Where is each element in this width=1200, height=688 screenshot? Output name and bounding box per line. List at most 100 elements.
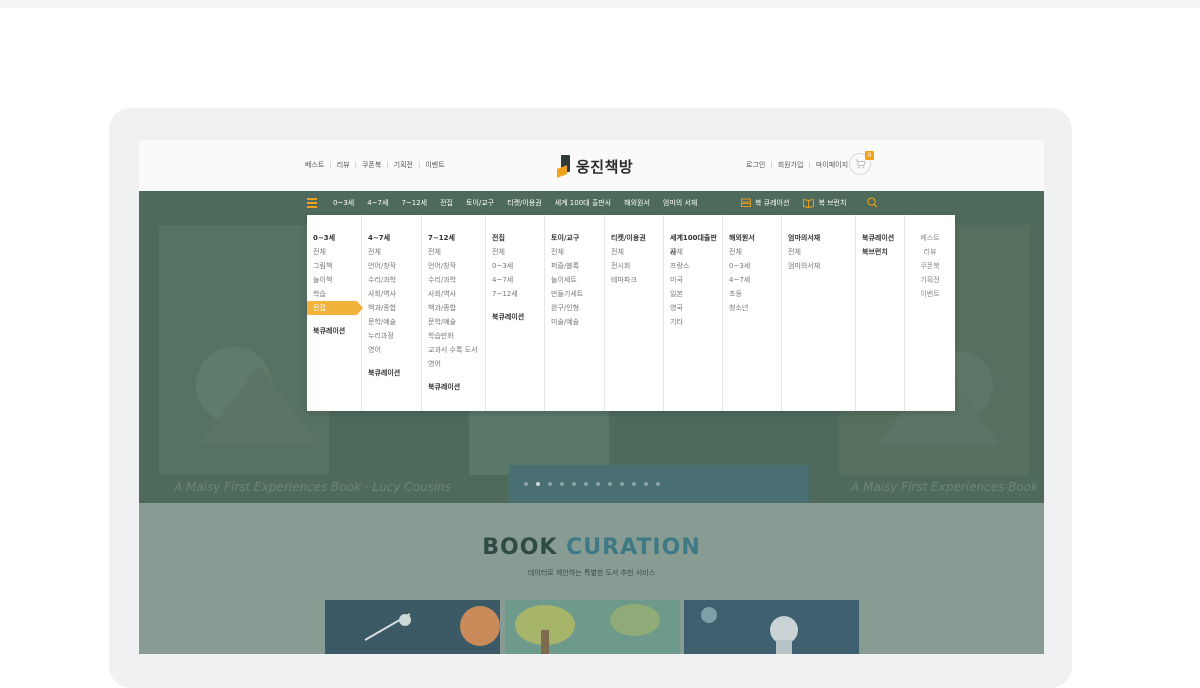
- nav-item-7-12[interactable]: 7~12세: [401, 198, 427, 208]
- book-curation-link[interactable]: 북 큐레이션: [741, 198, 789, 208]
- carousel-dot[interactable]: [620, 482, 624, 486]
- link-login[interactable]: 로그인: [746, 160, 765, 170]
- carousel-dot[interactable]: [632, 482, 636, 486]
- quick-link-review[interactable]: 리뷰: [905, 245, 955, 259]
- carousel-dot[interactable]: [608, 482, 612, 486]
- hamburger-menu-icon[interactable]: [307, 198, 317, 208]
- mega-item[interactable]: 백과/종합: [362, 301, 421, 315]
- mega-item[interactable]: 학습만화: [422, 329, 485, 343]
- mega-item[interactable]: 전체: [486, 245, 544, 259]
- mega-item[interactable]: 전체: [307, 245, 361, 259]
- quick-link-special[interactable]: 기획전: [905, 273, 955, 287]
- curation-thumb-tree[interactable]: [505, 600, 680, 654]
- mega-item[interactable]: 언어/창작: [422, 259, 485, 273]
- mega-col-title[interactable]: 4~7세: [362, 231, 421, 245]
- mega-item[interactable]: 놀이책: [307, 273, 361, 287]
- mega-item[interactable]: 영국: [664, 301, 722, 315]
- mega-item[interactable]: 영어: [422, 357, 485, 371]
- mega-col-title[interactable]: 토이/교구: [545, 231, 604, 245]
- search-icon[interactable]: [867, 197, 878, 208]
- mega-item-selected[interactable]: 전집: [307, 301, 363, 315]
- nav-item-mom-library[interactable]: 엄마의 서재: [663, 198, 697, 208]
- carousel-dot[interactable]: [524, 482, 528, 486]
- mega-item[interactable]: 엄마의서재: [782, 259, 855, 273]
- mega-item[interactable]: 청소년: [723, 301, 781, 315]
- mega-item[interactable]: 수리/과학: [362, 273, 421, 287]
- mega-item[interactable]: 영어: [362, 343, 421, 357]
- carousel-dot[interactable]: [572, 482, 576, 486]
- mega-col-title[interactable]: 세계100대출판사: [664, 231, 722, 256]
- mega-item[interactable]: 전체: [545, 245, 604, 259]
- mega-col-curation[interactable]: 북큐레이션: [486, 310, 544, 324]
- nav-item-publisher[interactable]: 세계 100대 출판사: [555, 198, 611, 208]
- mega-item[interactable]: 일본: [664, 287, 722, 301]
- mega-item[interactable]: 전체: [723, 245, 781, 259]
- book-brunch-link[interactable]: 북 브런치: [803, 198, 846, 208]
- mega-item[interactable]: 0~3세: [486, 259, 544, 273]
- mega-item[interactable]: 사회/역사: [422, 287, 485, 301]
- mega-item[interactable]: 전체: [664, 245, 722, 259]
- mega-item[interactable]: 놀이세트: [545, 273, 604, 287]
- carousel-dot[interactable]: [596, 482, 600, 486]
- nav-item-foreign[interactable]: 해외원서: [624, 198, 650, 208]
- mega-item[interactable]: 미술/예술: [545, 315, 604, 329]
- mega-item[interactable]: 문학/예술: [362, 315, 421, 329]
- mega-item[interactable]: 전체: [362, 245, 421, 259]
- mega-item[interactable]: 백과/종합: [422, 301, 485, 315]
- nav-item-ticket[interactable]: 티켓/이용권: [507, 198, 542, 208]
- mega-item[interactable]: 퍼즐/블록: [545, 259, 604, 273]
- mega-col-title[interactable]: 7~12세: [422, 231, 485, 245]
- nav-item-0-3[interactable]: 0~3세: [333, 198, 354, 208]
- mega-item[interactable]: 사회/역사: [362, 287, 421, 301]
- curation-thumb-space[interactable]: [325, 600, 500, 654]
- mega-col-title[interactable]: 해외원서: [723, 231, 781, 245]
- mega-item[interactable]: 문학/예술: [422, 315, 485, 329]
- mega-col-curation[interactable]: 북큐레이션: [362, 366, 421, 380]
- mega-item[interactable]: 초등: [723, 287, 781, 301]
- mega-item[interactable]: 프랑스: [664, 259, 722, 273]
- link-review[interactable]: 리뷰: [337, 160, 350, 170]
- mega-item[interactable]: 학습: [307, 287, 361, 301]
- mega-item[interactable]: 테마파크: [605, 273, 663, 287]
- mega-col-curation[interactable]: 북큐레이션: [422, 380, 485, 394]
- mega-item[interactable]: 누리과정: [362, 329, 421, 343]
- mega-item[interactable]: 4~7세: [486, 273, 544, 287]
- mega-item[interactable]: 전체: [605, 245, 663, 259]
- nav-item-set[interactable]: 전집: [440, 198, 453, 208]
- mega-col-title[interactable]: 전집: [486, 231, 544, 245]
- link-special[interactable]: 기획전: [394, 160, 413, 170]
- carousel-dot[interactable]: [656, 482, 660, 486]
- mega-col-title[interactable]: 티켓/이용권: [605, 231, 663, 245]
- quick-link-coupon[interactable]: 쿠폰북: [905, 259, 955, 273]
- mega-item[interactable]: 수리/과학: [422, 273, 485, 287]
- mega-col-title[interactable]: 0~3세: [307, 231, 361, 245]
- nav-item-toy[interactable]: 토이/교구: [466, 198, 494, 208]
- link-event[interactable]: 이벤트: [425, 160, 444, 170]
- mega-col-curation[interactable]: 북큐레이션: [307, 324, 361, 338]
- link-coupon[interactable]: 쿠폰북: [362, 160, 381, 170]
- mega-item[interactable]: 언어/창작: [362, 259, 421, 273]
- mega-item[interactable]: 0~3세: [723, 259, 781, 273]
- mega-item[interactable]: 완구/인형: [545, 301, 604, 315]
- mega-item[interactable]: 전시회: [605, 259, 663, 273]
- carousel-dot[interactable]: [536, 482, 540, 486]
- link-mypage[interactable]: 마이페이지: [816, 160, 848, 170]
- carousel-dot[interactable]: [644, 482, 648, 486]
- carousel-dot[interactable]: [548, 482, 552, 486]
- mega-item[interactable]: 기타: [664, 315, 722, 329]
- mega-item[interactable]: 그림책: [307, 259, 361, 273]
- quick-link-event[interactable]: 이벤트: [905, 287, 955, 301]
- mega-col-title[interactable]: 북브런치: [856, 245, 904, 259]
- mega-item[interactable]: 미국: [664, 273, 722, 287]
- nav-item-4-7[interactable]: 4~7세: [367, 198, 388, 208]
- mega-col-title[interactable]: 북큐레이션: [856, 231, 904, 245]
- carousel-dot[interactable]: [560, 482, 564, 486]
- mega-item[interactable]: 7~12세: [486, 287, 544, 301]
- mega-item[interactable]: 전체: [782, 245, 855, 259]
- mega-item[interactable]: 4~7세: [723, 273, 781, 287]
- link-signup[interactable]: 회원가입: [778, 160, 804, 170]
- curation-thumb-astronaut[interactable]: [684, 600, 859, 654]
- mega-item[interactable]: 전체: [422, 245, 485, 259]
- mega-item[interactable]: 교과서 수록 도서: [422, 343, 485, 357]
- site-logo[interactable]: 웅진책방: [557, 155, 633, 178]
